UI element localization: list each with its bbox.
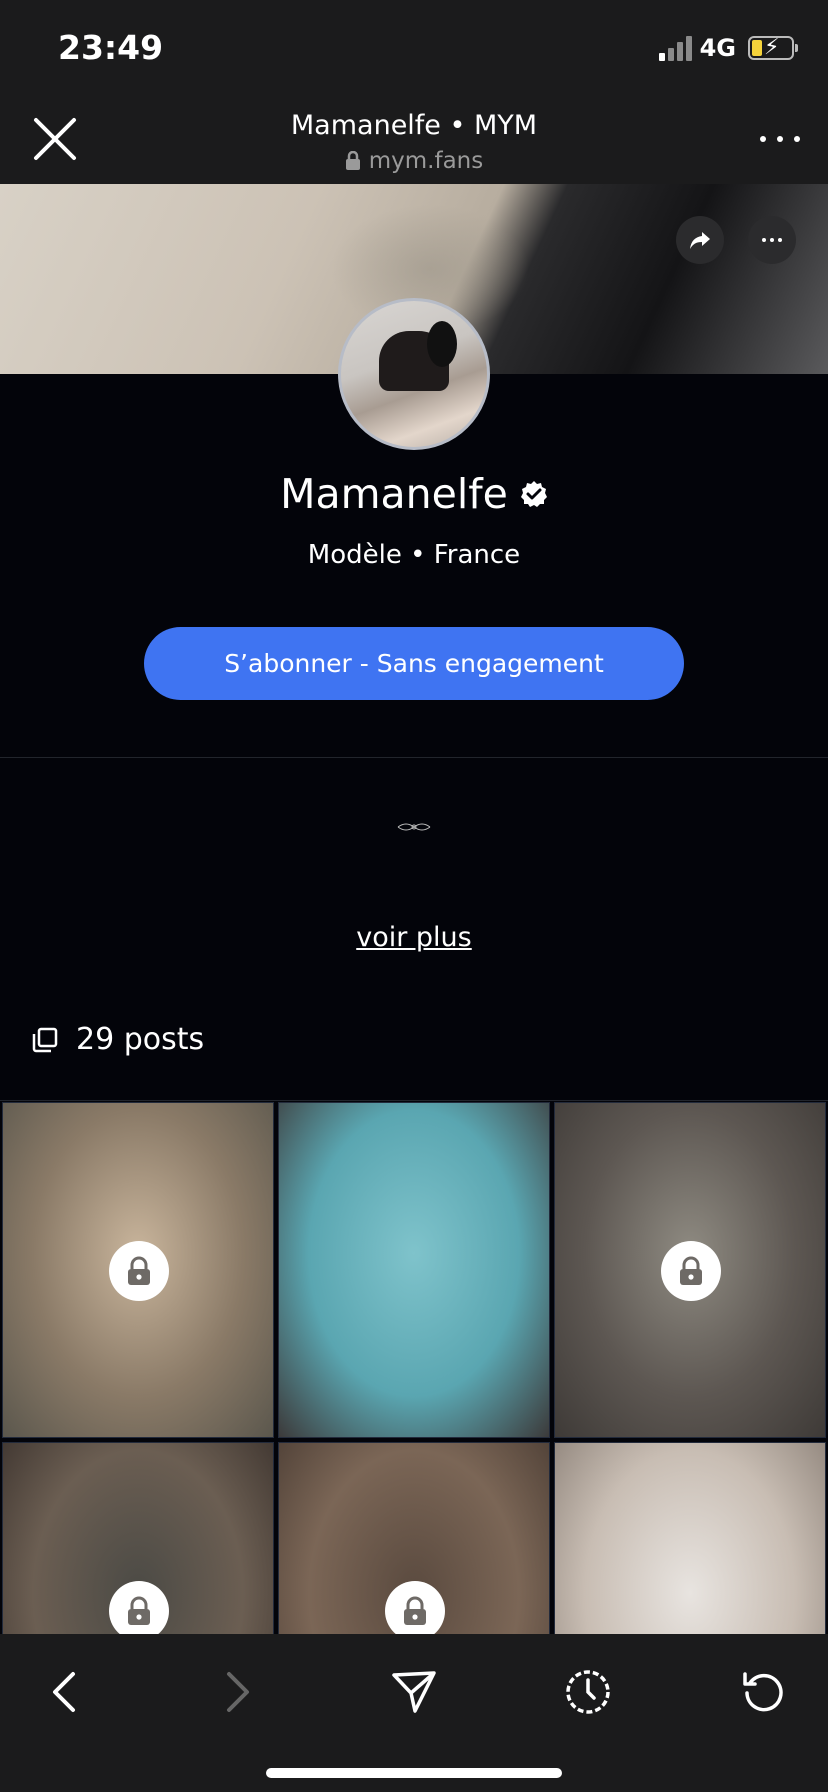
battery-icon: ⚡ — [748, 35, 798, 60]
lock-icon — [404, 1596, 426, 1625]
status-indicators: 4G ⚡ — [658, 34, 798, 62]
post-thumbnail[interactable] — [554, 1442, 826, 1634]
lock-icon — [345, 151, 360, 170]
lock-icon — [128, 1256, 150, 1285]
back-icon — [53, 1672, 75, 1712]
locked-badge — [109, 1241, 169, 1301]
send-button[interactable] — [384, 1662, 444, 1722]
status-time: 23:49 — [58, 28, 164, 67]
posts-grid — [0, 1102, 828, 1634]
signal-icon — [658, 35, 692, 61]
profile-subtitle: Modèle • France — [307, 540, 521, 570]
forward-button[interactable] — [208, 1662, 268, 1722]
posts-count-row: 29 posts — [32, 1022, 204, 1057]
profile-name-row: Mamanelfe — [0, 470, 828, 518]
locked-badge — [109, 1581, 169, 1634]
divider — [0, 757, 828, 758]
url-text: mym.fans — [368, 148, 484, 174]
share-icon — [690, 232, 710, 249]
post-thumbnail[interactable] — [2, 1442, 274, 1634]
verified-badge-icon — [520, 481, 547, 507]
post-thumbnail[interactable] — [2, 1102, 274, 1438]
profile-name: Mamanelfe — [280, 470, 508, 518]
network-type: 4G — [699, 34, 736, 62]
lock-icon — [680, 1256, 702, 1285]
share-button[interactable] — [676, 216, 724, 264]
divider — [0, 1100, 828, 1101]
locked-badge — [385, 1581, 445, 1634]
more-icon — [760, 136, 766, 142]
posts-icon — [32, 1027, 58, 1052]
post-thumbnail[interactable] — [554, 1102, 826, 1438]
history-icon — [566, 1670, 610, 1714]
reload-button[interactable] — [734, 1662, 794, 1722]
more-options-button[interactable] — [760, 124, 800, 154]
bio-ornament-icon — [397, 823, 431, 831]
locked-badge — [661, 1241, 721, 1301]
back-button[interactable] — [34, 1662, 94, 1722]
voir-plus-link[interactable]: voir plus — [0, 922, 828, 953]
page-title: Mamanelfe • MYM — [290, 110, 538, 141]
url-display[interactable]: mym.fans — [0, 148, 828, 174]
posts-count: 29 posts — [76, 1022, 205, 1057]
history-button[interactable] — [558, 1662, 618, 1722]
home-indicator[interactable] — [266, 1768, 562, 1778]
status-bar: 23:49 4G ⚡ — [0, 0, 828, 100]
forward-icon — [227, 1672, 249, 1712]
browser-header: Mamanelfe • MYM mym.fans — [0, 100, 828, 184]
banner-more-button[interactable] — [748, 216, 796, 264]
more-icon — [762, 238, 766, 242]
send-icon — [392, 1671, 436, 1713]
lock-icon — [128, 1596, 150, 1625]
reload-icon — [743, 1672, 783, 1712]
subscribe-button[interactable]: S’abonner - Sans engagement — [144, 627, 684, 700]
avatar — [338, 298, 490, 450]
post-thumbnail[interactable] — [278, 1102, 550, 1438]
post-thumbnail[interactable] — [278, 1442, 550, 1634]
browser-toolbar — [0, 1634, 828, 1792]
